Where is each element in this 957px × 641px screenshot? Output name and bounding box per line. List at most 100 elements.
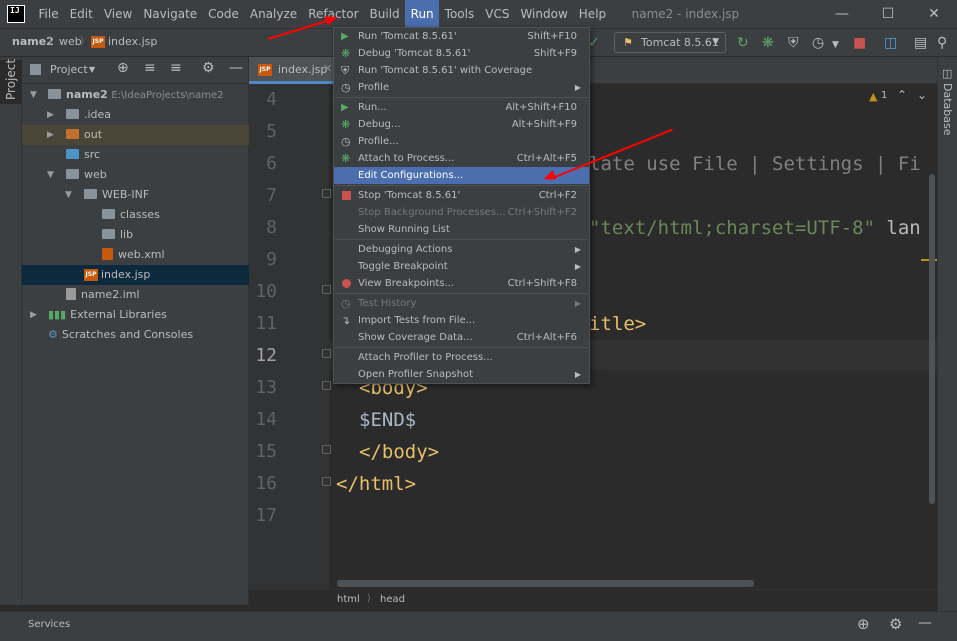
menu-window[interactable]: Window [515, 0, 573, 28]
expand-all-icon[interactable]: ≡ [144, 60, 156, 76]
menu-show-running-list[interactable]: Show Running List [334, 221, 589, 238]
stop-icon[interactable]: ■ [853, 35, 866, 51]
horizontal-scrollbar[interactable] [337, 580, 754, 587]
more-run-chevron-icon[interactable]: ▼ [832, 37, 839, 53]
menu-view[interactable]: View [98, 0, 137, 28]
tree-item-lib[interactable]: lib [22, 225, 249, 245]
line-number: 5 [266, 121, 277, 142]
tree-item-label: name2 [66, 88, 108, 101]
rerun-icon[interactable]: ↻ [737, 35, 749, 51]
maximize-button[interactable]: ☐ [865, 0, 911, 28]
tree-item-scratches[interactable]: ⚙ Scratches and Consoles [22, 325, 249, 345]
fold-marker-icon[interactable] [322, 381, 331, 390]
jsp-file-icon: JSP [258, 64, 272, 76]
fold-marker-icon[interactable] [322, 445, 331, 454]
breadcrumb-head[interactable]: head [380, 594, 405, 605]
tree-item-src[interactable]: src [22, 145, 249, 165]
gear-icon[interactable]: ⚙ [202, 60, 215, 76]
menu-vcs[interactable]: VCS [480, 0, 515, 28]
fold-marker-icon[interactable] [322, 477, 331, 486]
run-configuration-selector[interactable]: ⚑ Tomcat 8.5.61 ▼ [614, 32, 726, 53]
menu-attach-profiler[interactable]: Attach Profiler to Process... [334, 349, 589, 366]
tree-item-web-xml[interactable]: web.xml [22, 245, 249, 265]
chevron-down-icon[interactable]: ▼ [89, 65, 95, 74]
tree-item-external-libraries[interactable]: ▶ ▮▮▮ External Libraries [22, 305, 249, 325]
tree-item-label: .idea [84, 108, 112, 121]
menu-show-coverage-data[interactable]: Show Coverage Data... Ctrl+Alt+F6 [334, 329, 589, 346]
services-tool-tab[interactable]: Services [28, 619, 70, 630]
menu-tools[interactable]: Tools [439, 0, 480, 28]
menu-debug-tomcat[interactable]: ❋ Debug 'Tomcat 8.5.61' Shift+F9 [334, 45, 589, 62]
menu-toggle-breakpoint[interactable]: Toggle Breakpoint ▶ [334, 258, 589, 275]
menu-run-tomcat[interactable]: ▶ Run 'Tomcat 8.5.61' Shift+F10 [334, 28, 589, 45]
menu-attach-to-process[interactable]: ❋ Attach to Process... Ctrl+Alt+F5 [334, 150, 589, 167]
locate-target-icon[interactable]: ⊕ [117, 60, 129, 76]
gear-icon[interactable]: ⚙ [889, 615, 902, 633]
menu-debugging-actions[interactable]: Debugging Actions ▶ [334, 241, 589, 258]
tree-item-name2[interactable]: ▼ name2 E:\IdeaProjects\name2 [22, 85, 249, 105]
menu-code[interactable]: Code [203, 0, 245, 28]
update-app-icon[interactable]: ◫ [884, 35, 897, 51]
menu-profile[interactable]: ◷ Profile ▶ [334, 79, 589, 96]
line-number: 14 [255, 409, 277, 430]
menu-item-label: Stop Background Processes... [358, 207, 506, 218]
menu-run-with-coverage[interactable]: ⛨ Run 'Tomcat 8.5.61' with Coverage [334, 62, 589, 79]
tree-item-classes[interactable]: classes [22, 205, 249, 225]
debug-bug-icon[interactable]: ❋ [762, 35, 774, 51]
menu-import-tests[interactable]: ↴ Import Tests from File... [334, 312, 589, 329]
menu-file[interactable]: File [33, 0, 64, 28]
tree-item-out[interactable]: ▶ out [22, 125, 249, 145]
vertical-scrollbar[interactable] [929, 174, 935, 504]
menu-item-shortcut: Shift+F10 [527, 31, 577, 42]
tree-item-web[interactable]: ▼ web [22, 165, 249, 185]
close-tab-icon[interactable]: ✕ [323, 62, 332, 75]
crosshair-icon[interactable]: ⊕ [857, 615, 870, 633]
editor-tab-index-jsp[interactable]: JSP index.jsp ✕ [249, 57, 336, 84]
previous-highlight-icon[interactable]: ⌃ [897, 88, 907, 102]
warning-icon[interactable]: ▲ [869, 90, 877, 103]
menu-profile-dots[interactable]: ◷ Profile... [334, 133, 589, 150]
project-tool-tab-label: Project [4, 58, 18, 100]
menu-navigate[interactable]: Navigate [138, 0, 203, 28]
project-tool-tab[interactable]: Project [0, 58, 22, 104]
tree-item-name2-iml[interactable]: name2.iml [22, 285, 249, 305]
line-number: 15 [255, 441, 277, 462]
line-number: 13 [255, 377, 277, 398]
project-structure-icon[interactable]: ▤ [914, 35, 927, 51]
debug-bug-icon: ❋ [341, 118, 351, 131]
database-tool-tab[interactable]: Database [941, 83, 954, 136]
line-number: 9 [266, 249, 277, 270]
menu-open-profiler-snapshot[interactable]: Open Profiler Snapshot ▶ [334, 366, 589, 383]
menu-run[interactable]: Run [405, 0, 440, 28]
menu-edit[interactable]: Edit [64, 0, 98, 28]
menu-debug-dots[interactable]: ❋ Debug... Alt+Shift+F9 [334, 116, 589, 133]
fold-marker-icon[interactable] [322, 189, 331, 198]
close-window-button[interactable]: ✕ [911, 0, 957, 28]
menu-item-shortcut: Ctrl+Alt+F6 [516, 332, 577, 343]
coverage-shield-icon[interactable]: ⛨ [788, 35, 799, 51]
breadcrumb-file[interactable]: JSP index.jsp [91, 35, 157, 48]
menu-stop-background-processes: Stop Background Processes... Ctrl+Shift+F… [334, 204, 589, 221]
hide-panel-icon[interactable]: — [229, 60, 243, 76]
project-view-title[interactable]: Project [50, 63, 88, 76]
breadcrumb-web[interactable]: web [59, 35, 82, 48]
menu-analyze[interactable]: Analyze [244, 0, 302, 28]
tree-item-web-inf[interactable]: ▼ WEB-INF [22, 185, 249, 205]
fold-marker-icon[interactable] [322, 285, 331, 294]
collapse-all-icon[interactable]: ≡ [170, 60, 182, 76]
search-everywhere-icon[interactable]: ⚲ [937, 35, 947, 51]
hide-icon[interactable]: — [918, 615, 932, 631]
minimize-button[interactable]: — [819, 0, 865, 28]
breadcrumb-separator: ⟩ [367, 593, 371, 604]
breadcrumb-html[interactable]: html [337, 594, 360, 605]
fold-marker-icon[interactable] [322, 349, 331, 358]
menu-build[interactable]: Build [364, 0, 405, 28]
profile-icon[interactable]: ◷ [812, 35, 824, 51]
menu-stop-tomcat[interactable]: Stop 'Tomcat 8.5.61' Ctrl+F2 [334, 187, 589, 204]
tree-item-index-jsp[interactable]: JSP index.jsp [22, 265, 249, 285]
tree-item-idea[interactable]: ▶ .idea [22, 105, 249, 125]
next-highlight-icon[interactable]: ⌄ [917, 88, 927, 102]
menu-help[interactable]: Help [573, 0, 611, 28]
menu-run-dots[interactable]: ▶ Run... Alt+Shift+F10 [334, 99, 589, 116]
menu-view-breakpoints[interactable]: View Breakpoints... Ctrl+Shift+F8 [334, 275, 589, 292]
